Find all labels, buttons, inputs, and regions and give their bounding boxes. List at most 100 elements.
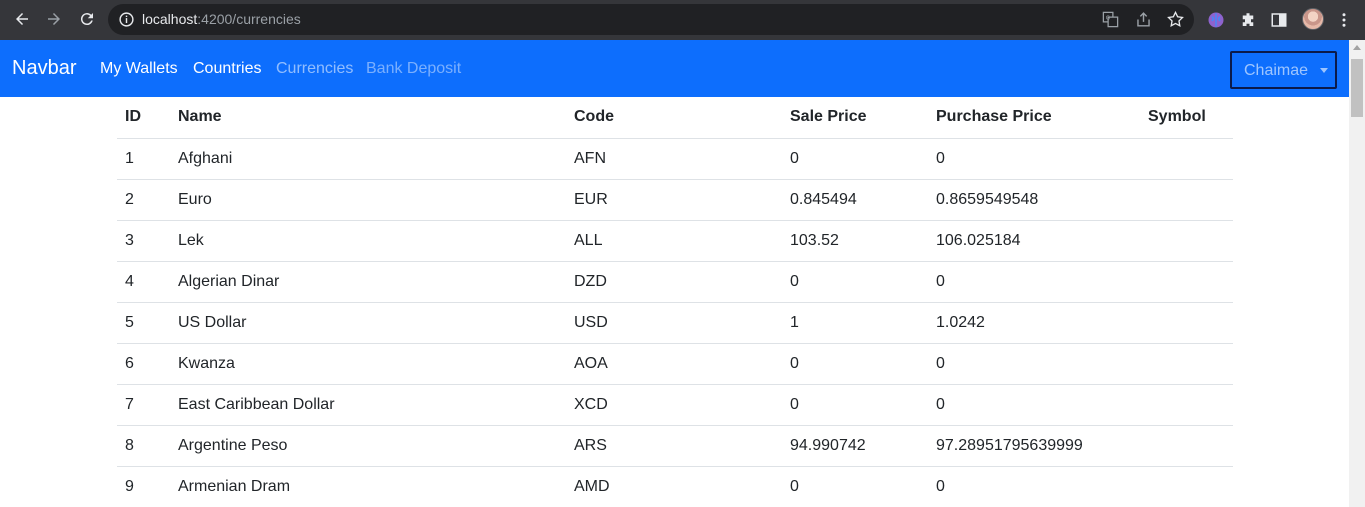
nav-countries[interactable]: Countries [193, 60, 261, 78]
cell-purchase-price: 0 [928, 138, 1140, 180]
cell-name: East Caribbean Dollar [170, 384, 566, 426]
navbar-brand[interactable]: Navbar [12, 57, 76, 80]
nav-currencies[interactable]: Currencies [276, 60, 353, 78]
cell-purchase-price: 0 [928, 261, 1140, 303]
table-row: 5 US Dollar USD 1 1.0242 [117, 302, 1233, 344]
url-path: :4200/currencies [197, 11, 301, 27]
cell-symbol [1140, 425, 1233, 467]
cell-id: 9 [117, 466, 170, 507]
user-name: Chaimae [1244, 62, 1309, 79]
cell-code: USD [566, 302, 782, 344]
table-row: 9 Armenian Dram AMD 0 0 [117, 466, 1233, 507]
cell-symbol [1140, 343, 1233, 385]
scrollbar-thumb[interactable] [1351, 59, 1363, 117]
cell-code: ALL [566, 220, 782, 262]
cell-sale-price: 0 [782, 343, 928, 385]
cell-name: Kwanza [170, 343, 566, 385]
address-bar[interactable]: localhost:4200/currencies G [108, 4, 1194, 35]
cell-sale-price: 0 [782, 384, 928, 426]
header-purchase-price: Purchase Price [928, 97, 1140, 139]
forward-icon [48, 13, 60, 25]
table-header-row: ID Name Code Sale Price Purchase Price S… [117, 97, 1233, 139]
share-icon[interactable] [1134, 10, 1153, 29]
cell-code: XCD [566, 384, 782, 426]
back-icon [16, 13, 28, 25]
table-row: 3 Lek ALL 103.52 106.025184 [117, 220, 1233, 262]
browser-toolbar: localhost:4200/currencies G [0, 0, 1365, 40]
nav-bank-deposit[interactable]: Bank Deposit [366, 60, 461, 78]
page-viewport: Navbar My Wallets Countries Currencies B… [0, 40, 1349, 507]
extension-brain-icon[interactable] [1205, 9, 1227, 31]
header-name: Name [170, 97, 566, 139]
cell-id: 1 [117, 138, 170, 180]
cell-symbol [1140, 138, 1233, 180]
forward-button[interactable] [39, 4, 69, 34]
cell-purchase-price: 106.025184 [928, 220, 1140, 262]
cell-name: Algerian Dinar [170, 261, 566, 303]
cell-name: Armenian Dram [170, 466, 566, 507]
reload-icon [80, 13, 93, 26]
scroll-up-arrow-icon[interactable] [1353, 45, 1361, 50]
cell-name: Euro [170, 179, 566, 221]
cell-purchase-price: 0 [928, 384, 1140, 426]
url-host: localhost [142, 11, 198, 27]
user-dropdown[interactable]: Chaimae [1230, 51, 1337, 89]
side-panel-icon[interactable] [1268, 9, 1290, 31]
cell-sale-price: 0 [782, 466, 928, 507]
url-text[interactable]: localhost:4200/currencies [142, 11, 301, 27]
header-id: ID [117, 97, 170, 139]
cell-code: EUR [566, 179, 782, 221]
cell-purchase-price: 1.0242 [928, 302, 1140, 344]
avatar[interactable] [1302, 8, 1324, 30]
info-icon[interactable] [118, 11, 135, 28]
cell-name: US Dollar [170, 302, 566, 344]
puzzle-icon[interactable] [1237, 9, 1259, 31]
cell-name: Afghani [170, 138, 566, 180]
bookmark-star-icon[interactable] [1166, 10, 1185, 29]
cell-symbol [1140, 302, 1233, 344]
reload-button[interactable] [72, 4, 102, 34]
cell-symbol [1140, 220, 1233, 262]
cell-sale-price: 1 [782, 302, 928, 344]
cell-sale-price: 0.845494 [782, 179, 928, 221]
svg-text:G: G [1106, 16, 1110, 22]
cell-sale-price: 94.990742 [782, 425, 928, 467]
table-row: 1 Afghani AFN 0 0 [117, 138, 1233, 180]
header-symbol: Symbol [1140, 97, 1233, 139]
cell-code: AFN [566, 138, 782, 180]
chevron-down-icon [1320, 68, 1328, 73]
cell-sale-price: 103.52 [782, 220, 928, 262]
table-row: 2 Euro EUR 0.845494 0.8659549548 [117, 179, 1233, 221]
cell-purchase-price: 0.8659549548 [928, 179, 1140, 221]
translate-icon[interactable]: G [1101, 10, 1120, 29]
cell-sale-price: 0 [782, 138, 928, 180]
cell-id: 3 [117, 220, 170, 262]
cell-name: Lek [170, 220, 566, 262]
cell-sale-price: 0 [782, 261, 928, 303]
cell-id: 5 [117, 302, 170, 344]
cell-name: Argentine Peso [170, 425, 566, 467]
cell-id: 4 [117, 261, 170, 303]
cell-purchase-price: 0 [928, 343, 1140, 385]
cell-purchase-price: 97.28951795639999 [928, 425, 1140, 467]
table-row: 8 Argentine Peso ARS 94.990742 97.289517… [117, 425, 1233, 467]
nav-my-wallets[interactable]: My Wallets [100, 60, 178, 78]
navbar: Navbar My Wallets Countries Currencies B… [0, 40, 1349, 97]
cell-id: 6 [117, 343, 170, 385]
table-row: 4 Algerian Dinar DZD 0 0 [117, 261, 1233, 303]
table-row: 6 Kwanza AOA 0 0 [117, 343, 1233, 385]
cell-code: AOA [566, 343, 782, 385]
header-sale-price: Sale Price [782, 97, 928, 139]
cell-id: 7 [117, 384, 170, 426]
cell-symbol [1140, 466, 1233, 507]
cell-code: AMD [566, 466, 782, 507]
page-scrollbar[interactable] [1349, 40, 1365, 507]
cell-id: 2 [117, 179, 170, 221]
currencies-table: ID Name Code Sale Price Purchase Price S… [117, 97, 1233, 507]
kebab-menu-icon[interactable] [1333, 9, 1355, 31]
cell-symbol [1140, 261, 1233, 303]
back-button[interactable] [7, 4, 37, 34]
cell-purchase-price: 0 [928, 466, 1140, 507]
cell-symbol [1140, 384, 1233, 426]
cell-symbol [1140, 179, 1233, 221]
